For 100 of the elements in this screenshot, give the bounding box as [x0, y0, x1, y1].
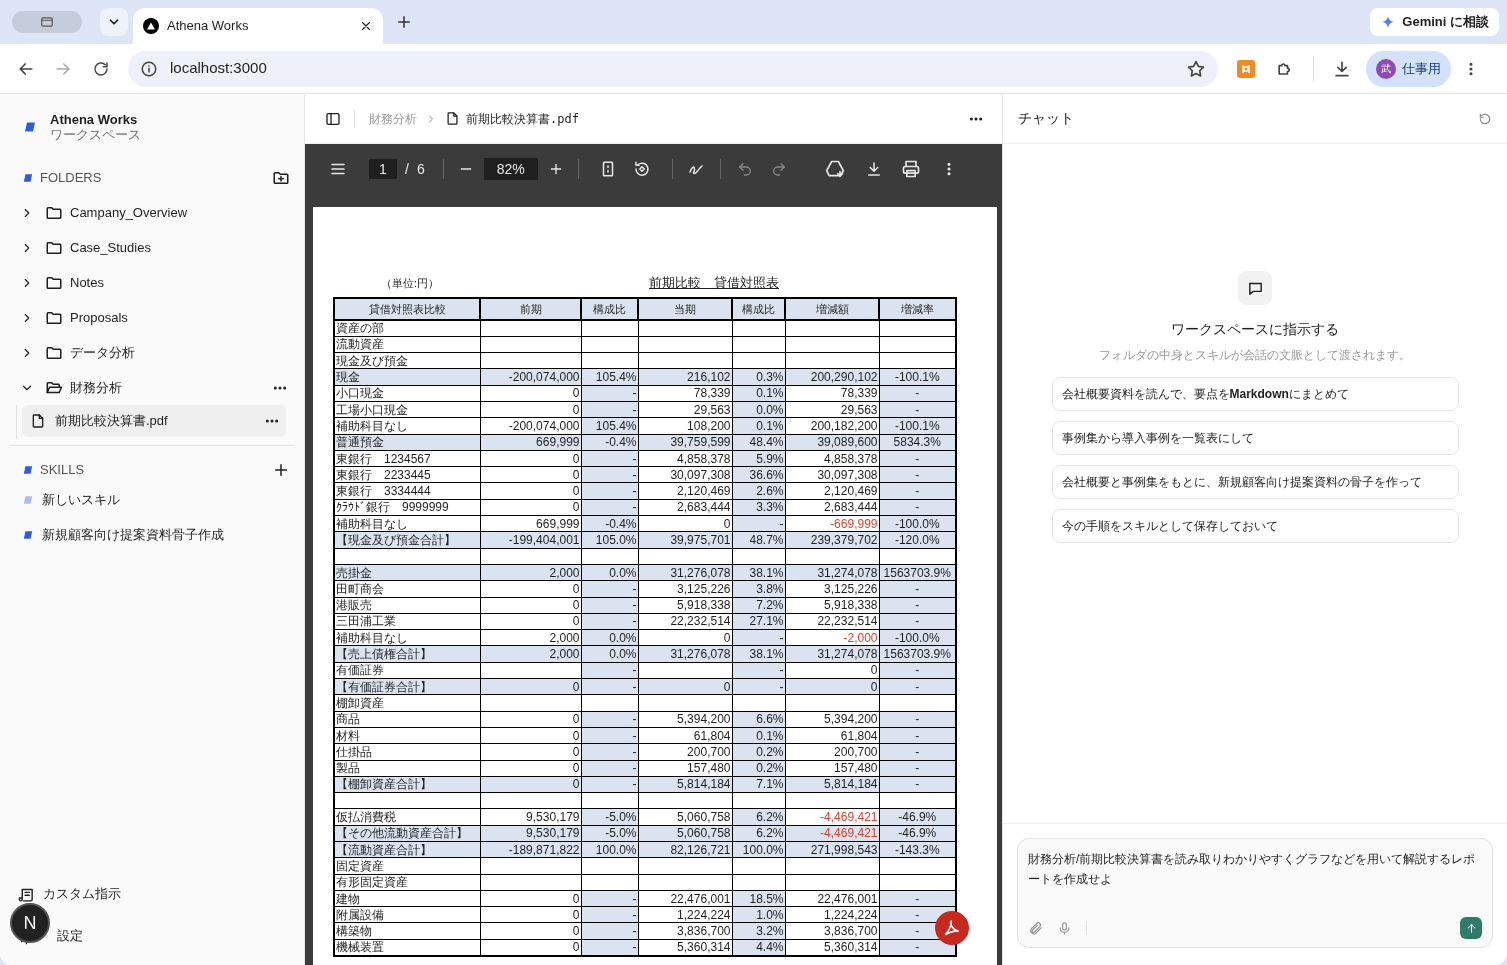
table-cell: 有価証券 [334, 662, 480, 679]
table-cell: 0 [480, 760, 581, 777]
table-cell: 5,394,200 [638, 711, 732, 728]
table-cell: 29,563 [638, 401, 732, 418]
table-cell: 建物 [334, 890, 480, 907]
section-heading: FOLDERS [40, 169, 103, 188]
folder-item[interactable]: データ分析 [0, 335, 304, 370]
table-cell: 5,918,338 [638, 597, 732, 614]
table-cell: 構築物 [334, 923, 480, 940]
table-cell: -4,469,421 [785, 808, 879, 826]
rotate-icon[interactable] [632, 160, 651, 178]
column-header: 構成比 [581, 298, 638, 320]
page-number-field[interactable]: 1 [369, 159, 397, 179]
table-cell: 2,120,469 [785, 482, 879, 500]
new-folder-icon[interactable] [272, 169, 290, 187]
floating-action-button[interactable]: N [10, 903, 50, 943]
skill-item[interactable]: 新しいスキル [0, 482, 304, 517]
paperclip-icon[interactable] [1028, 920, 1043, 936]
print-icon[interactable] [900, 159, 921, 179]
table-cell [732, 857, 785, 875]
folder-item[interactable]: Notes [0, 265, 304, 300]
send-button[interactable] [1460, 917, 1482, 939]
table-cell: 4,858,378 [638, 450, 732, 467]
table-cell [581, 857, 638, 875]
table-cell: 仮払消費税 [334, 808, 480, 826]
page-count: 6 [416, 159, 425, 179]
skill-item[interactable]: 新規顧客向け提案資料骨子作成 [0, 517, 304, 552]
reload-icon[interactable] [92, 59, 110, 78]
table-cell: 157,480 [638, 760, 732, 777]
column-header: 増減額 [785, 298, 879, 320]
tab-groups-button[interactable] [12, 11, 82, 33]
table-cell: 0 [480, 743, 581, 760]
table-cell: 200,700 [638, 743, 732, 760]
suggestion-button[interactable]: 会社概要資料を読んで、要点をMarkdownにまとめて [1051, 377, 1459, 411]
profile-avatar: 武 [1376, 58, 1396, 79]
refresh-icon[interactable] [1478, 111, 1492, 126]
drive-add-icon[interactable] [824, 159, 845, 179]
table-cell: 2,683,444 [785, 499, 879, 516]
parallelogram-icon [22, 173, 34, 183]
suggestion-button[interactable]: 事例集から導入事例を一覧表にして [1051, 421, 1459, 455]
report-title: 前期比較 貸借対照表 [649, 274, 779, 293]
profile-button[interactable]: 武 仕事用 [1366, 50, 1451, 87]
browser-tab[interactable]: Athena Works [133, 8, 383, 44]
tab-title: Athena Works [167, 17, 250, 36]
info-icon [140, 59, 158, 78]
empty-state-title: ワークスペースに指示する [1171, 320, 1339, 339]
plus-icon[interactable] [272, 461, 290, 479]
table-cell: 小口現金 [334, 385, 480, 402]
file-icon [445, 111, 460, 126]
suggestion-button[interactable]: 会社概要と事例集をもとに、新規顧客向け提案資料の骨子を作って [1051, 465, 1459, 499]
table-cell: 2,000 [480, 629, 581, 646]
file-icon [30, 413, 46, 429]
file-item[interactable]: 前期比較決算書.pdf [22, 405, 286, 437]
message-input[interactable]: 財務分析/前期比較決算書を読み取りわかりやすくグラフなどを用いて解説するレポートを作成せよ [1017, 838, 1493, 948]
undo-icon[interactable] [736, 161, 753, 177]
settings-item[interactable]: 設定 [57, 926, 83, 946]
table-cell: 0 [480, 482, 581, 500]
table-cell: 商品 [334, 711, 480, 728]
redo-icon[interactable] [770, 161, 787, 177]
table-cell: 200,700 [785, 743, 879, 760]
table-cell: 補助科目なし [334, 417, 480, 435]
parallelogram-logo-icon [22, 121, 38, 133]
table-cell: 22,476,001 [785, 890, 879, 907]
folder-item[interactable]: Campany_Overview [0, 195, 304, 230]
table-cell: 22,232,514 [785, 613, 879, 630]
folder-item[interactable]: Case_Studies [0, 230, 304, 265]
table-cell: 61,804 [638, 727, 732, 744]
table-cell: 製品 [334, 760, 480, 777]
tab-list-button[interactable] [100, 8, 128, 36]
sidebar-toggle-icon[interactable] [325, 110, 341, 127]
address-field[interactable]: localhost:3000 [128, 50, 1218, 87]
zoom-field[interactable]: 82% [483, 158, 538, 180]
table-cell: 61,804 [785, 727, 879, 744]
star-icon[interactable] [1186, 58, 1206, 79]
folder-item[interactable]: 財務分析 [0, 370, 304, 405]
plus-icon[interactable] [395, 13, 413, 31]
table-cell: 0 [480, 597, 581, 614]
microphone-icon[interactable] [1057, 920, 1072, 936]
table-cell: 5,918,338 [785, 597, 879, 614]
suggestion-button[interactable]: 今の手順をスキルとして保存しておいて [1051, 509, 1459, 543]
table-cell: 0 [638, 515, 732, 532]
triangle-logo-icon [143, 18, 159, 34]
table-cell: 30,097,308 [638, 466, 732, 483]
column-header: 貸借対照表比較 [334, 298, 480, 320]
gemini-button[interactable]: Gemini に相談 [1370, 8, 1499, 36]
table-cell: 4,858,378 [785, 450, 879, 467]
folder-item[interactable]: Proposals [0, 300, 304, 335]
table-cell: 東銀行 2233445 [334, 466, 480, 483]
table-cell: 0 [480, 385, 581, 402]
table-cell: 0 [480, 923, 581, 940]
table-cell: 0 [480, 450, 581, 467]
table-cell: 工場小口現金 [334, 401, 480, 418]
table-cell: 78,339 [638, 385, 732, 402]
table-cell: 1,224,224 [638, 906, 732, 923]
table-cell: 0 [480, 580, 581, 598]
table-cell: 流動資産 [334, 336, 480, 353]
close-icon[interactable] [359, 19, 373, 33]
table-cell [581, 320, 638, 337]
table-cell: 157,480 [785, 760, 879, 777]
table-cell: 1,224,224 [785, 906, 879, 923]
